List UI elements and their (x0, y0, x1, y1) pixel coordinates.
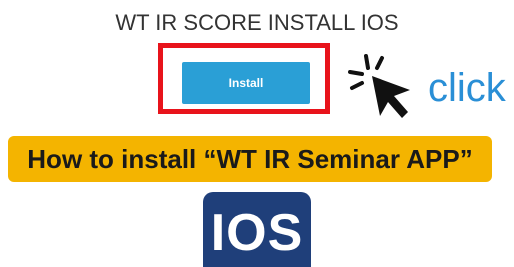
page-title: WT IR SCORE INSTALL IOS (115, 10, 399, 35)
click-hint-label: click (428, 66, 506, 110)
install-button[interactable]: Install (182, 62, 310, 104)
install-guide-banner: How to install “WT IR Seminar APP” (8, 136, 492, 182)
ios-badge: IOS (203, 192, 311, 267)
banner-text: How to install “WT IR Seminar APP” (27, 143, 473, 174)
ios-badge-label: IOS (210, 203, 304, 262)
mouse-pointer-click-icon (348, 54, 410, 118)
